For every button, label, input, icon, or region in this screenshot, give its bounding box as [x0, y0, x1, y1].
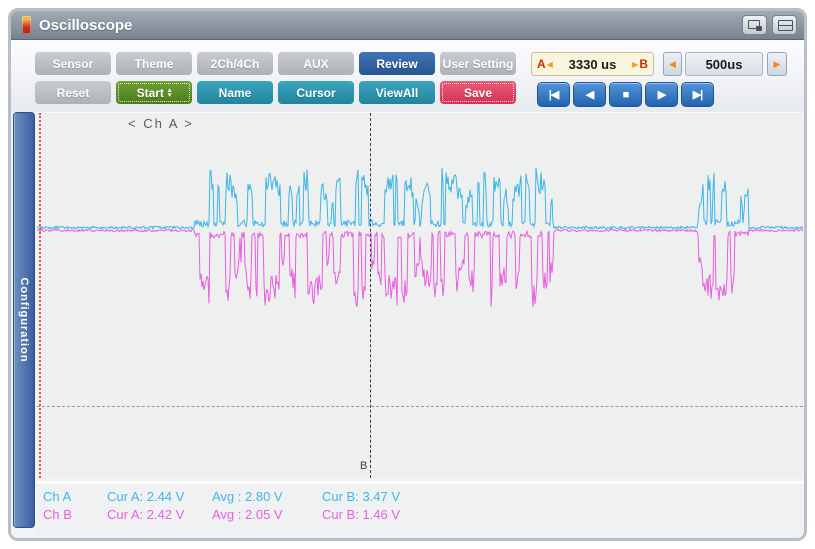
- ch-a-label: Ch A: [43, 489, 72, 504]
- user-setting-button[interactable]: User Setting: [440, 52, 516, 75]
- ch-b-cursor-a-value: Cur A: 2.42 V: [107, 507, 185, 522]
- restore-icon: [748, 20, 762, 31]
- timebase-decrease-button[interactable]: ◀: [663, 52, 682, 76]
- step-back-icon: ◀: [585, 89, 595, 101]
- name-button[interactable]: Name: [197, 81, 273, 104]
- theme-button[interactable]: Theme: [116, 52, 192, 75]
- measurement-status-bar: Ch A Cur A: 2.44 V Avg : 2.80 V Cur B: 3…: [37, 481, 803, 538]
- ab-range-display[interactable]: A ◀ 3330 us ▶ B: [531, 52, 654, 76]
- channel-a-plot-label: < Ch A >: [128, 116, 194, 131]
- title-bar: Oscilloscope: [11, 11, 804, 40]
- ab-range-value: 3330 us: [568, 56, 617, 72]
- skip-to-end-button[interactable]: ▶|: [681, 82, 714, 107]
- playback-controls: |◀ ◀ ■ ▶ ▶|: [537, 82, 714, 107]
- play-button[interactable]: ▶: [645, 82, 678, 107]
- b-right-arrow-icon: ▶: [632, 59, 639, 69]
- cursor-a-line[interactable]: [39, 113, 41, 478]
- start-button[interactable]: Start ▴ ▾: [116, 81, 192, 104]
- sensor-button[interactable]: Sensor: [35, 52, 111, 75]
- timebase-increase-button[interactable]: ▶: [767, 52, 787, 76]
- configuration-tab[interactable]: Configuration: [13, 112, 35, 528]
- channel-a-measurements: Ch A Cur A: 2.44 V Avg : 2.80 V Cur B: 3…: [37, 489, 803, 507]
- minimize-icon: [778, 20, 793, 31]
- viewall-button[interactable]: ViewAll: [359, 81, 435, 104]
- oscilloscope-window: Oscilloscope Sensor Theme 2Ch/4Ch AUX Re…: [8, 8, 807, 541]
- ch-a-avg-value: Avg : 2.80 V: [212, 489, 283, 504]
- cursor-b-line[interactable]: [370, 113, 371, 478]
- a-left-arrow-icon: ◀: [546, 59, 553, 69]
- save-button[interactable]: Save: [440, 81, 516, 104]
- ch-b-label: Ch B: [43, 507, 72, 522]
- ch-b-cursor-b-value: Cur B: 1.46 V: [322, 507, 401, 522]
- cursor-b-range-label: B: [639, 57, 648, 71]
- cursor-b-marker-label: B: [359, 460, 369, 472]
- spinner-arrows-icon: ▴ ▾: [167, 86, 172, 99]
- aux-button[interactable]: AUX: [278, 52, 354, 75]
- cursor-a-label: A: [537, 57, 546, 71]
- stop-button[interactable]: ■: [609, 82, 642, 107]
- step-back-button[interactable]: ◀: [573, 82, 606, 107]
- cursor-button[interactable]: Cursor: [278, 81, 354, 104]
- ch-b-avg-value: Avg : 2.05 V: [212, 507, 283, 522]
- skip-start-icon: |◀: [548, 89, 560, 101]
- start-button-label: Start: [136, 85, 164, 100]
- ch-a-cursor-a-value: Cur A: 2.44 V: [107, 489, 185, 504]
- app-icon: [22, 16, 31, 34]
- play-icon: ▶: [657, 89, 667, 101]
- stop-icon: ■: [622, 88, 630, 101]
- timebase-value[interactable]: 500us: [685, 52, 763, 76]
- minimize-window-button[interactable]: [772, 15, 797, 35]
- channel-b-measurements: Ch B Cur A: 2.42 V Avg : 2.05 V Cur B: 1…: [37, 507, 803, 525]
- window-title: Oscilloscope: [39, 17, 133, 34]
- skip-end-icon: ▶|: [692, 89, 704, 101]
- waveform-plot-area[interactable]: < Ch A > B: [37, 112, 803, 478]
- restore-window-button[interactable]: [742, 15, 767, 35]
- configuration-tab-label: Configuration: [18, 277, 30, 363]
- ch-a-cursor-b-value: Cur B: 3.47 V: [322, 489, 401, 504]
- review-button[interactable]: Review: [359, 52, 435, 75]
- toolbar: Sensor Theme 2Ch/4Ch AUX Review User Set…: [11, 40, 804, 112]
- skip-to-start-button[interactable]: |◀: [537, 82, 570, 107]
- waveform-traces: [37, 167, 803, 308]
- reference-dashed-line: [37, 406, 803, 407]
- channel-mode-button[interactable]: 2Ch/4Ch: [197, 52, 273, 75]
- reset-button[interactable]: Reset: [35, 81, 111, 104]
